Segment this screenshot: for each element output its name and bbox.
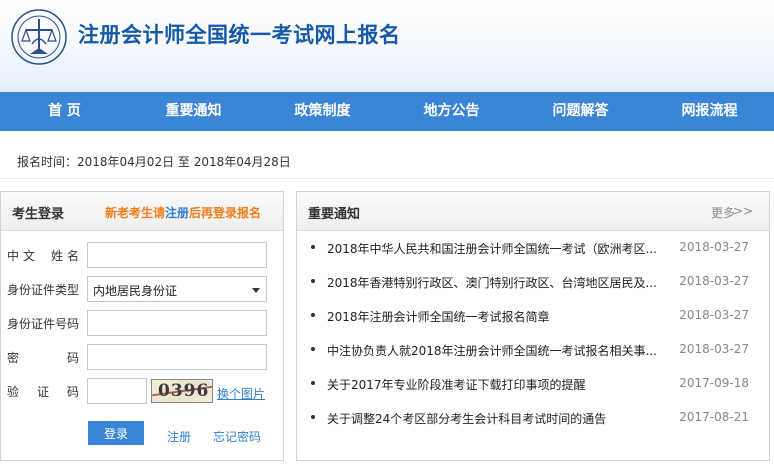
- list-item[interactable]: 关于2017年专业阶段准考证下载打印事项的提醒 2017-09-18: [297, 366, 769, 400]
- id-type-label: 身份证件类型: [7, 283, 80, 297]
- captcha-input[interactable]: [87, 378, 147, 404]
- notice-item-date: 2018-03-27: [679, 342, 749, 356]
- notice-item-date: 2018-03-27: [679, 240, 749, 254]
- cicpa-logo-icon: [11, 9, 67, 65]
- nav-policy[interactable]: 政策制度: [258, 92, 387, 131]
- bullet-icon: [311, 415, 315, 419]
- notice-item-date: 2017-08-21: [679, 410, 749, 424]
- notice-item-title[interactable]: 2018年注册会计师全国统一考试报名简章: [327, 308, 657, 325]
- divider: [0, 178, 774, 179]
- name-label: 中文姓名: [7, 247, 79, 264]
- login-button[interactable]: 登录: [88, 421, 144, 445]
- login-panel-header: 考生登录 新老考生请注册后再登录报名: [1, 192, 283, 231]
- id-type-value: 内地居民身份证: [93, 284, 178, 298]
- captcha-label-char: 证: [36, 385, 49, 399]
- nav-process[interactable]: 网报流程: [645, 92, 774, 131]
- name-label-char: 文: [23, 249, 36, 263]
- id-type-select[interactable]: 内地居民身份证: [87, 276, 267, 302]
- notice-item-title[interactable]: 中注协负责人就2018年注册会计师全国统一考试报名相关事...: [327, 342, 657, 359]
- list-item[interactable]: 关于调整24个考区部分考生会计科目考试时间的通告 2017-08-21: [297, 400, 769, 434]
- name-label-char: 姓: [50, 249, 63, 263]
- id-number-label: 身份证件号码: [7, 317, 80, 331]
- captcha-code: 0396: [158, 381, 210, 401]
- name-label-char: 中: [7, 249, 20, 263]
- hint-prefix: 新老考生请: [105, 206, 166, 220]
- notice-panel: 重要通知 更多 >> 2018年中华人民共和国注册会计师全国统一考试（欧洲考区.…: [296, 191, 770, 461]
- captcha-label-char: 验: [7, 385, 20, 399]
- notice-list: 2018年中华人民共和国注册会计师全国统一考试（欧洲考区... 2018-03-2…: [297, 230, 769, 434]
- notice-item-title[interactable]: 关于调整24个考区部分考生会计科目考试时间的通告: [327, 410, 657, 427]
- hint-suffix: 后再登录报名: [189, 206, 262, 220]
- bullet-icon: [311, 313, 315, 317]
- name-label-char: 名: [66, 249, 79, 263]
- bullet-icon: [311, 381, 315, 385]
- notice-item-title[interactable]: 关于2017年专业阶段准考证下载打印事项的提醒: [327, 376, 657, 393]
- password-label: 密码: [7, 349, 79, 366]
- list-item[interactable]: 2018年香港特别行政区、澳门特别行政区、台湾地区居民及... 2018-03-2…: [297, 264, 769, 298]
- notice-panel-header: 重要通知 更多 >>: [297, 192, 769, 231]
- bullet-icon: [311, 245, 315, 249]
- captcha-label-char: 码: [66, 385, 79, 399]
- password-row: 密码: [1, 344, 285, 370]
- bullet-icon: [311, 347, 315, 351]
- hint-register-link[interactable]: 注册: [165, 206, 189, 220]
- notice-item-date: 2018-03-27: [679, 274, 749, 288]
- double-chevron-right-icon[interactable]: >>: [733, 204, 753, 218]
- id-type-row: 身份证件类型 内地居民身份证: [1, 276, 285, 302]
- nav-home[interactable]: 首 页: [0, 92, 129, 131]
- chevron-down-icon: [252, 288, 260, 293]
- registration-time: 报名时间：2018年04月02日 至 2018年04月28日: [17, 155, 291, 169]
- list-item[interactable]: 2018年注册会计师全国统一考试报名简章 2018-03-27: [297, 298, 769, 332]
- nav-local-announcements[interactable]: 地方公告: [387, 92, 516, 131]
- id-number-input[interactable]: [87, 310, 267, 336]
- notice-item-title[interactable]: 2018年中华人民共和国注册会计师全国统一考试（欧洲考区...: [327, 240, 657, 257]
- captcha-label: 验证码: [7, 383, 79, 400]
- list-item[interactable]: 2018年中华人民共和国注册会计师全国统一考试（欧洲考区... 2018-03-2…: [297, 230, 769, 264]
- notice-item-date: 2018-03-27: [679, 308, 749, 322]
- captcha-image[interactable]: 0396: [151, 379, 213, 403]
- name-input[interactable]: [87, 242, 267, 268]
- nav-notices[interactable]: 重要通知: [129, 92, 258, 131]
- site-title: 注册会计师全国统一考试网上报名: [78, 23, 401, 47]
- password-label-char: 密: [7, 351, 20, 365]
- list-item[interactable]: 中注协负责人就2018年注册会计师全国统一考试报名相关事... 2018-03-2…: [297, 332, 769, 366]
- site-header: 注册会计师全国统一考试网上报名: [0, 0, 774, 92]
- captcha-row: 验 证 码 0396 换个图片: [1, 378, 285, 404]
- login-hint: 新老考生请注册后再登录报名: [105, 204, 261, 221]
- notice-title: 重要通知: [308, 207, 361, 222]
- register-link[interactable]: 注册: [167, 428, 191, 445]
- nav-faq[interactable]: 问题解答: [516, 92, 645, 131]
- forgot-password-link[interactable]: 忘记密码: [213, 428, 261, 445]
- name-row: 中文姓名: [1, 242, 285, 268]
- login-title: 考生登录: [12, 207, 65, 222]
- refresh-captcha-link[interactable]: 换个图片: [217, 385, 265, 402]
- id-number-row: 身份证件号码: [1, 310, 285, 336]
- more-link[interactable]: 更多: [711, 204, 735, 221]
- notice-item-title[interactable]: 2018年香港特别行政区、澳门特别行政区、台湾地区居民及...: [327, 274, 657, 291]
- main-nav: 首 页 重要通知 政策制度 地方公告 问题解答 网报流程: [0, 92, 774, 131]
- bullet-icon: [311, 279, 315, 283]
- password-label-char: 码: [66, 351, 79, 365]
- password-input[interactable]: [87, 344, 267, 370]
- notice-item-date: 2017-09-18: [679, 376, 749, 390]
